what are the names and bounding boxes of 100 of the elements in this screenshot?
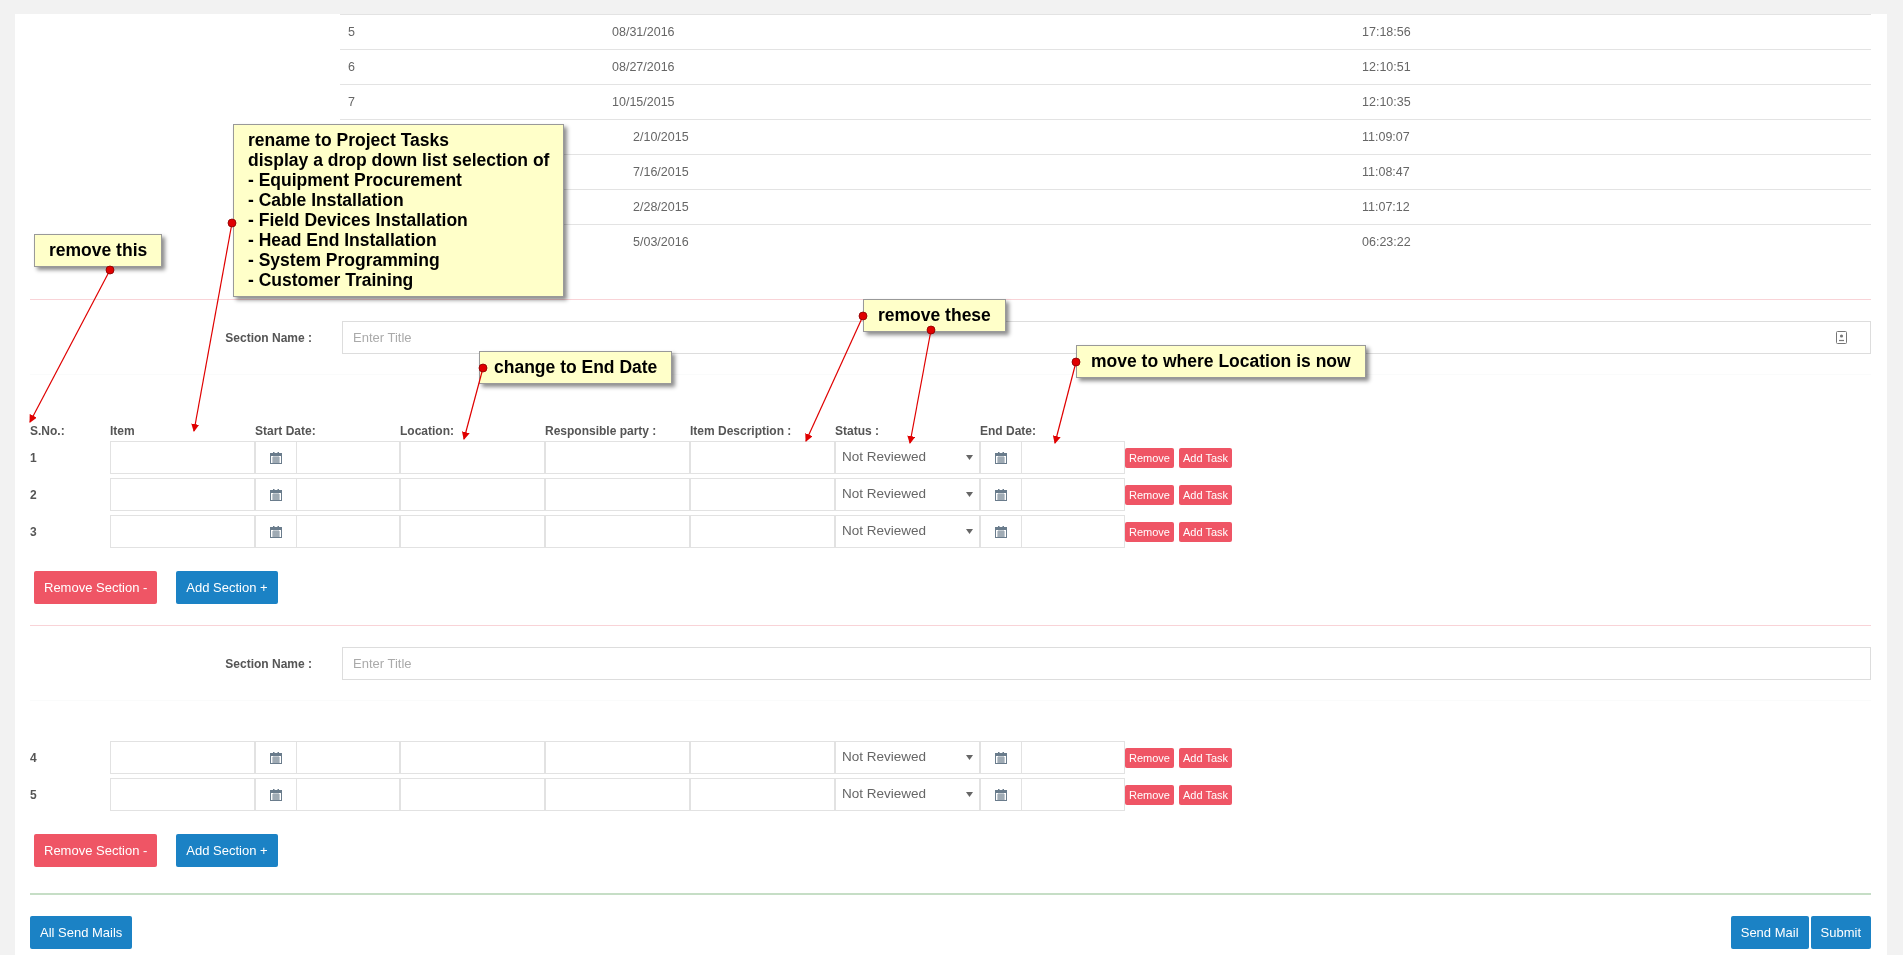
calendar-icon (270, 525, 282, 538)
responsible-party-input[interactable] (545, 515, 690, 548)
responsible-party-input[interactable] (545, 741, 690, 774)
caret-icon (966, 529, 973, 534)
status-dropdown[interactable]: Not Reviewed (835, 778, 980, 811)
add-task-button[interactable]: Add Task (1178, 747, 1233, 768)
table-cell: 08/31/2016 (612, 24, 675, 39)
status-dropdown[interactable]: Not Reviewed (835, 478, 980, 511)
end-date-input[interactable] (1022, 741, 1125, 774)
calendar-addon[interactable] (980, 741, 1022, 774)
end-date-input[interactable] (1022, 515, 1125, 548)
status-dropdown[interactable]: Not Reviewed (835, 515, 980, 548)
add-section-button[interactable]: Add Section + (176, 834, 278, 867)
table-cell: 5 (348, 24, 355, 39)
item-input[interactable] (110, 478, 255, 511)
table-cell: 08/27/2016 (612, 59, 675, 74)
item-description-input[interactable] (690, 778, 835, 811)
remove-section-button[interactable]: Remove Section - (34, 571, 158, 604)
calendar-icon (270, 488, 282, 501)
calendar-addon[interactable] (980, 478, 1022, 511)
table-cell: 11:07:12 (1362, 199, 1410, 214)
column-header: Responsible party : (545, 424, 657, 438)
location-input[interactable] (400, 741, 545, 774)
item-input[interactable] (110, 441, 255, 474)
end-date-input[interactable] (1022, 778, 1125, 811)
location-input[interactable] (400, 515, 545, 548)
calendar-addon[interactable] (255, 741, 297, 774)
note-line: - System Programming (248, 250, 441, 270)
add-task-button[interactable]: Add Task (1178, 447, 1233, 468)
row-number: 2 (30, 487, 37, 502)
start-date-input[interactable] (297, 478, 400, 511)
calendar-addon[interactable] (255, 778, 297, 811)
caret-icon (966, 792, 973, 797)
table-cell: 06:23:22 (1362, 235, 1411, 250)
footer-button[interactable]: Submit (1810, 916, 1871, 949)
note-line: - Customer Training (248, 270, 415, 290)
item-input[interactable] (110, 741, 255, 774)
calendar-addon[interactable] (980, 441, 1022, 474)
status-dropdown[interactable]: Not Reviewed (835, 441, 980, 474)
footer-button[interactable]: Send Mail (1730, 916, 1809, 949)
responsible-party-input[interactable] (545, 778, 690, 811)
add-section-button[interactable]: Add Section + (176, 571, 278, 604)
column-header: Item (110, 424, 135, 438)
item-description-input[interactable] (690, 741, 835, 774)
add-task-button[interactable]: Add Task (1178, 521, 1233, 542)
location-input[interactable] (400, 778, 545, 811)
start-date-input[interactable] (297, 778, 400, 811)
item-input[interactable] (110, 515, 255, 548)
note-line: - Field Devices Installation (248, 210, 469, 230)
item-description-input[interactable] (690, 441, 835, 474)
column-header: Start Date: (255, 424, 316, 438)
row-number: 3 (30, 524, 37, 539)
all-send-mails-button[interactable]: All Send Mails (30, 916, 133, 949)
calendar-icon (270, 451, 282, 464)
column-header: Status : (835, 424, 879, 438)
responsible-party-input[interactable] (545, 478, 690, 511)
calendar-icon (995, 788, 1007, 801)
remove-button[interactable]: Remove (1125, 484, 1174, 505)
note-line: - Equipment Procurement (248, 170, 463, 190)
caret-icon (966, 455, 973, 460)
calendar-icon (270, 788, 282, 801)
column-header: Location: (400, 424, 454, 438)
calendar-icon (995, 751, 1007, 764)
remove-button[interactable]: Remove (1125, 521, 1174, 542)
note-line: - Head End Installation (248, 230, 438, 250)
table-cell: 7/16/2015 (633, 164, 689, 179)
status-dropdown[interactable]: Not Reviewed (835, 741, 980, 774)
calendar-icon (995, 488, 1007, 501)
start-date-input[interactable] (297, 515, 400, 548)
item-description-input[interactable] (690, 478, 835, 511)
calendar-addon[interactable] (255, 478, 297, 511)
remove-button[interactable]: Remove (1125, 747, 1174, 768)
caret-icon (966, 492, 973, 497)
table-cell: 11:09:07 (1362, 129, 1410, 144)
remove-button[interactable]: Remove (1125, 784, 1174, 805)
calendar-addon[interactable] (255, 441, 297, 474)
calendar-icon (270, 751, 282, 764)
remove-section-button[interactable]: Remove Section - (34, 834, 158, 867)
add-task-button[interactable]: Add Task (1178, 484, 1233, 505)
table-cell: 10/15/2015 (612, 94, 675, 109)
table-cell: 2/10/2015 (633, 129, 689, 144)
start-date-input[interactable] (297, 741, 400, 774)
item-description-input[interactable] (690, 515, 835, 548)
note-line: remove this (49, 240, 148, 260)
location-input[interactable] (400, 441, 545, 474)
item-input[interactable] (110, 778, 255, 811)
start-date-input[interactable] (297, 441, 400, 474)
calendar-addon[interactable] (255, 515, 297, 548)
section-name-field[interactable]: Enter Title (342, 647, 1871, 680)
remove-button[interactable]: Remove (1125, 447, 1174, 468)
table-cell: 12:10:35 (1362, 94, 1411, 109)
calendar-addon[interactable] (980, 778, 1022, 811)
row-number: 1 (30, 450, 37, 465)
location-input[interactable] (400, 478, 545, 511)
add-task-button[interactable]: Add Task (1178, 784, 1233, 805)
end-date-input[interactable] (1022, 441, 1125, 474)
end-date-input[interactable] (1022, 478, 1125, 511)
responsible-party-input[interactable] (545, 441, 690, 474)
calendar-addon[interactable] (980, 515, 1022, 548)
table-cell: 6 (348, 59, 355, 74)
